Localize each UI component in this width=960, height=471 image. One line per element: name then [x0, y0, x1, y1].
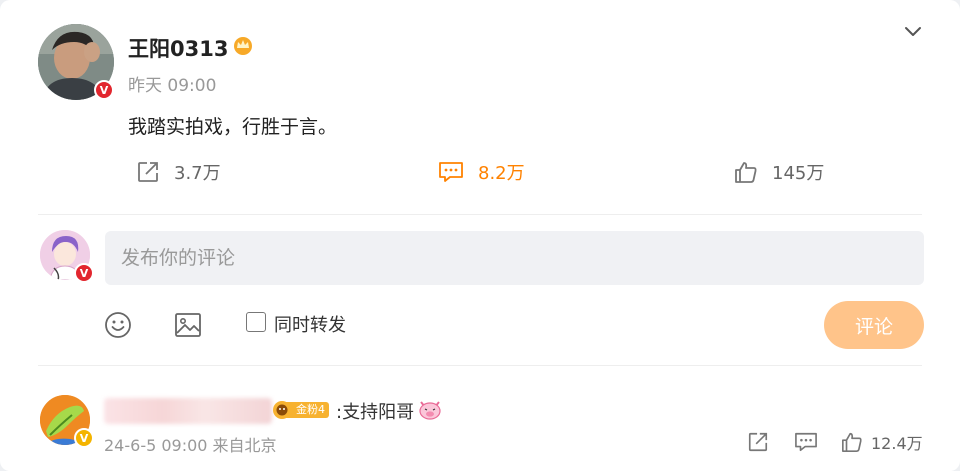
comment-share-button[interactable]	[747, 430, 769, 454]
weibo-post-card: V 王阳0313 昨天 09:00 我踏实拍戏，行胜于言。 3.7万 8.2万 …	[0, 0, 960, 471]
submit-comment-button[interactable]: 评论	[824, 301, 924, 349]
image-icon[interactable]	[174, 311, 202, 339]
chevron-down-icon[interactable]	[902, 20, 924, 42]
comment-input[interactable]	[105, 231, 924, 285]
verified-badge-icon: V	[74, 263, 94, 283]
divider	[38, 214, 922, 215]
comment-reply-button[interactable]	[794, 430, 818, 454]
like-count: 145万	[772, 163, 825, 184]
commenter-name-blurred[interactable]	[104, 398, 272, 424]
comment-text: :支持阳哥	[336, 402, 415, 423]
repost-count: 3.7万	[174, 163, 221, 184]
emoji-icon[interactable]	[104, 311, 132, 339]
comment-button[interactable]: 8.2万	[438, 158, 525, 186]
verified-badge-icon: V	[94, 80, 114, 100]
share-icon	[138, 162, 158, 182]
like-icon	[735, 162, 757, 183]
share-icon	[748, 432, 768, 452]
comment-icon	[795, 432, 817, 452]
fan-level-badge: 金粉4	[272, 400, 329, 420]
author-name[interactable]: 王阳0313	[128, 33, 228, 63]
like-button[interactable]: 145万	[734, 158, 824, 186]
pig-emoji-icon	[419, 401, 441, 420]
repost-checkbox[interactable]	[246, 312, 266, 332]
comment-like-count: 12.4万	[871, 434, 923, 453]
repost-button[interactable]: 3.7万	[136, 158, 221, 186]
divider	[38, 365, 922, 366]
post-text: 我踏实拍戏，行胜于言。	[128, 116, 338, 138]
fan-badge-icon	[273, 401, 291, 419]
post-time[interactable]: 昨天 09:00	[128, 71, 216, 96]
comment-count: 8.2万	[478, 163, 525, 184]
repost-label[interactable]: 同时转发	[274, 311, 346, 337]
comment-meta: 24-6-5 09:00 来自北京	[104, 436, 277, 455]
crown-icon	[234, 37, 252, 55]
comment-like-button[interactable]: 12.4万	[841, 430, 923, 454]
comment-icon	[439, 162, 463, 182]
verified-badge-icon: V	[74, 428, 94, 448]
like-icon	[842, 432, 862, 452]
